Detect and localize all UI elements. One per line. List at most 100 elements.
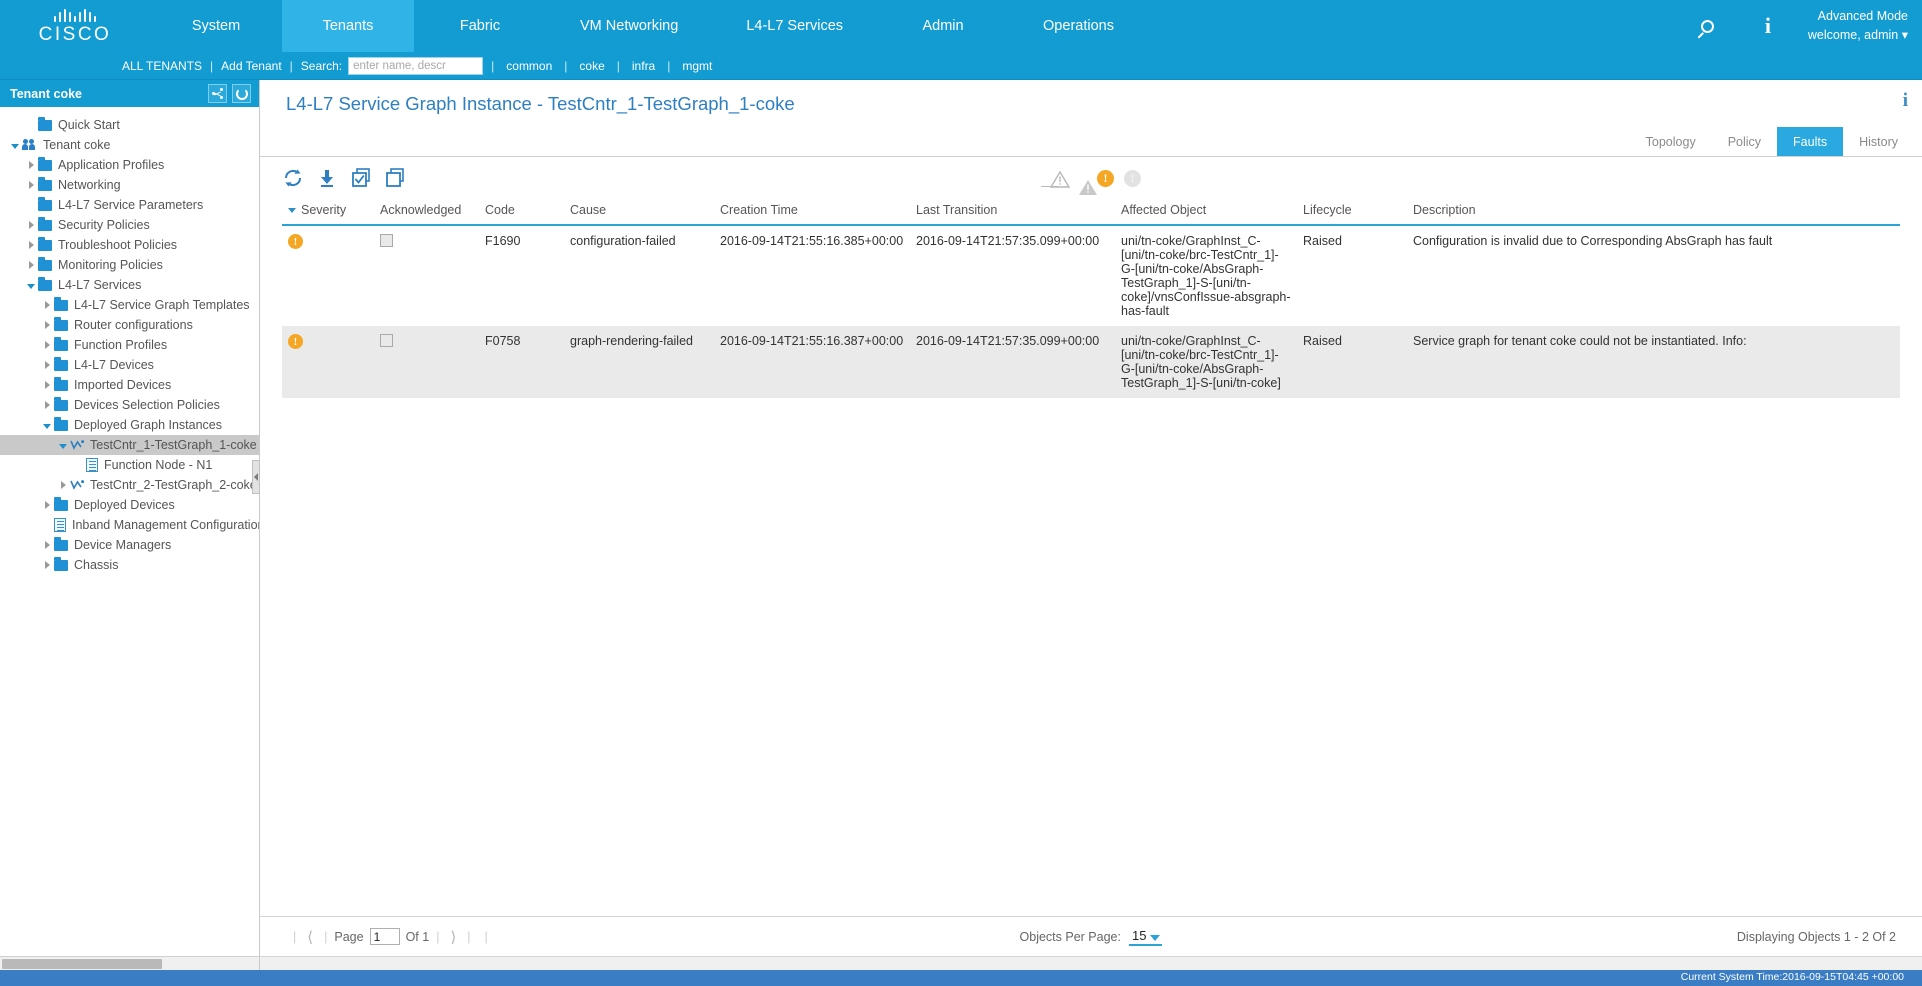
tree-item-router-configurations[interactable]: Router configurations xyxy=(0,315,259,335)
tenant-link-infra[interactable]: infra xyxy=(632,59,655,73)
table-row[interactable]: ! F0758 graph-rendering-failed 2016-09-14T2… xyxy=(282,326,1900,398)
nav-item-vm-networking[interactable]: VM Networking xyxy=(546,0,712,52)
tree-item-imported-devices[interactable]: Imported Devices xyxy=(0,375,259,395)
nav-item-operations[interactable]: Operations xyxy=(1009,0,1148,52)
twisty-open-icon[interactable] xyxy=(40,422,54,429)
twisty-closed-icon[interactable] xyxy=(24,241,38,249)
cell-acknowledged xyxy=(374,225,479,326)
refresh-button[interactable] xyxy=(282,167,304,189)
twisty-closed-icon[interactable] xyxy=(24,261,38,269)
tree-item-networking[interactable]: Networking xyxy=(0,175,259,195)
twisty-closed-icon[interactable] xyxy=(40,501,54,509)
tree-item-chassis[interactable]: Chassis xyxy=(0,555,259,575)
acknowledged-checkbox[interactable] xyxy=(380,234,393,247)
tree-item-function-node-n1[interactable]: Function Node - N1 xyxy=(0,455,259,475)
tab-faults[interactable]: Faults xyxy=(1777,127,1844,156)
nav-item-l4-l7-services[interactable]: L4-L7 Services xyxy=(712,0,877,52)
tree-item-security-policies[interactable]: Security Policies xyxy=(0,215,259,235)
tree-item-application-profiles[interactable]: Application Profiles xyxy=(0,155,259,175)
twisty-closed-icon[interactable] xyxy=(24,161,38,169)
tenant-link-coke[interactable]: coke xyxy=(579,59,604,73)
nav-item-admin[interactable]: Admin xyxy=(877,0,1009,52)
sidebar-collapse-handle[interactable] xyxy=(252,460,260,494)
acknowledged-checkbox[interactable] xyxy=(380,334,393,347)
warning-severity-filter[interactable]: ! xyxy=(1124,169,1141,187)
twisty-open-icon[interactable] xyxy=(8,142,22,149)
twisty-closed-icon[interactable] xyxy=(24,221,38,229)
tree-item-function-profiles[interactable]: Function Profiles xyxy=(0,335,259,355)
twisty-closed-icon[interactable] xyxy=(40,541,54,549)
advanced-mode-label[interactable]: Advanced Mode xyxy=(1818,7,1908,26)
twisty-closed-icon[interactable] xyxy=(40,381,54,389)
twisty-closed-icon[interactable] xyxy=(40,301,54,309)
page-info-icon[interactable]: i xyxy=(1903,90,1908,112)
twisty-open-icon[interactable] xyxy=(24,282,38,289)
critical-severity-filter[interactable] xyxy=(1041,170,1071,188)
column-header-description[interactable]: Description xyxy=(1407,199,1900,226)
sidebar-horizontal-scrollbar[interactable] xyxy=(0,956,259,970)
tree-item-l4-l7-service-graph-templates[interactable]: L4-L7 Service Graph Templates xyxy=(0,295,259,315)
tab-history[interactable]: History xyxy=(1843,127,1914,156)
column-header-code[interactable]: Code xyxy=(479,199,564,226)
tree-item-quick-start[interactable]: Quick Start xyxy=(0,115,259,135)
minor-severity-filter[interactable]: ! xyxy=(1097,169,1114,187)
tree-item-deployed-graph-instances[interactable]: Deployed Graph Instances xyxy=(0,415,259,435)
twisty-open-icon[interactable] xyxy=(56,442,70,449)
nav-item-system[interactable]: System xyxy=(150,0,282,52)
column-header-last-transition[interactable]: Last Transition xyxy=(910,199,1115,226)
twisty-closed-icon[interactable] xyxy=(56,481,70,489)
tab-topology[interactable]: Topology xyxy=(1630,127,1712,156)
twisty-closed-icon[interactable] xyxy=(40,361,54,369)
page-number-input[interactable] xyxy=(369,928,400,945)
objects-per-page-select[interactable]: 15 xyxy=(1128,928,1163,946)
tenant-search-input[interactable] xyxy=(348,56,484,75)
twisty-closed-icon[interactable] xyxy=(40,321,54,329)
nav-item-tenants[interactable]: Tenants xyxy=(282,0,414,52)
column-header-severity[interactable]: Severity xyxy=(282,199,374,226)
share-button[interactable] xyxy=(208,84,227,103)
column-header-cause[interactable]: Cause xyxy=(564,199,714,226)
navigation-sidebar: Tenant coke Quick Start Tenant coke Applic… xyxy=(0,80,260,970)
tree-item-l4-l7-services[interactable]: L4-L7 Services xyxy=(0,275,259,295)
tree-item-testcntr-1-testgraph-1-coke[interactable]: TestCntr_1-TestGraph_1-coke xyxy=(0,435,259,455)
cisco-logo[interactable]: CISCO xyxy=(0,0,150,52)
tree-item-device-managers[interactable]: Device Managers xyxy=(0,535,259,555)
download-button[interactable] xyxy=(316,167,338,189)
tree-item-inband-management-configuration[interactable]: Inband Management Configuration xyxy=(0,515,259,535)
add-tenant-link[interactable]: Add Tenant xyxy=(221,59,282,73)
tenant-link-mgmt[interactable]: mgmt xyxy=(682,59,712,73)
twisty-closed-icon[interactable] xyxy=(40,561,54,569)
twisty-closed-icon[interactable] xyxy=(24,181,38,189)
main-horizontal-scrollbar[interactable] xyxy=(260,956,1922,970)
table-row[interactable]: ! F1690 configuration-failed 2016-09-14T21:… xyxy=(282,225,1900,326)
next-page-button[interactable]: ⟩ xyxy=(446,928,460,946)
tab-policy[interactable]: Policy xyxy=(1712,127,1777,156)
tree-item-troubleshoot-policies[interactable]: Troubleshoot Policies xyxy=(0,235,259,255)
tree-item-l4-l7-devices[interactable]: L4-L7 Devices xyxy=(0,355,259,375)
scrollbar-thumb[interactable] xyxy=(2,959,162,969)
all-tenants-link[interactable]: ALL TENANTS xyxy=(122,59,202,73)
sidebar-refresh-button[interactable] xyxy=(232,84,251,103)
nav-item-fabric[interactable]: Fabric xyxy=(414,0,546,52)
twisty-closed-icon[interactable] xyxy=(40,341,54,349)
tree-item-devices-selection-policies[interactable]: Devices Selection Policies xyxy=(0,395,259,415)
column-header-affected-object[interactable]: Affected Object xyxy=(1115,199,1297,226)
column-header-lifecycle[interactable]: Lifecycle xyxy=(1297,199,1407,226)
welcome-admin-menu[interactable]: welcome, admin ▾ xyxy=(1808,26,1908,45)
help-button[interactable]: i xyxy=(1738,0,1798,52)
tree-item-monitoring-policies[interactable]: Monitoring Policies xyxy=(0,255,259,275)
tree-item-label: Function Node - N1 xyxy=(104,458,213,472)
tree-item-tenant-coke[interactable]: Tenant coke xyxy=(0,135,259,155)
tenant-link-common[interactable]: common xyxy=(506,59,552,73)
tree-item-l4-l7-service-parameters[interactable]: L4-L7 Service Parameters xyxy=(0,195,259,215)
column-header-acknowledged[interactable]: Acknowledged xyxy=(374,199,479,226)
column-header-creation-time[interactable]: Creation Time xyxy=(714,199,910,226)
twisty-closed-icon[interactable] xyxy=(40,401,54,409)
global-search-button[interactable] xyxy=(1678,0,1738,52)
select-all-button[interactable] xyxy=(350,167,372,189)
previous-page-button[interactable]: ⟨ xyxy=(303,928,317,946)
tree-item-deployed-devices[interactable]: Deployed Devices xyxy=(0,495,259,515)
tree-item-label: Device Managers xyxy=(74,538,172,552)
copy-button[interactable] xyxy=(384,167,406,189)
tree-item-testcntr-2-testgraph-2-coke[interactable]: TestCntr_2-TestGraph_2-coke xyxy=(0,475,259,495)
